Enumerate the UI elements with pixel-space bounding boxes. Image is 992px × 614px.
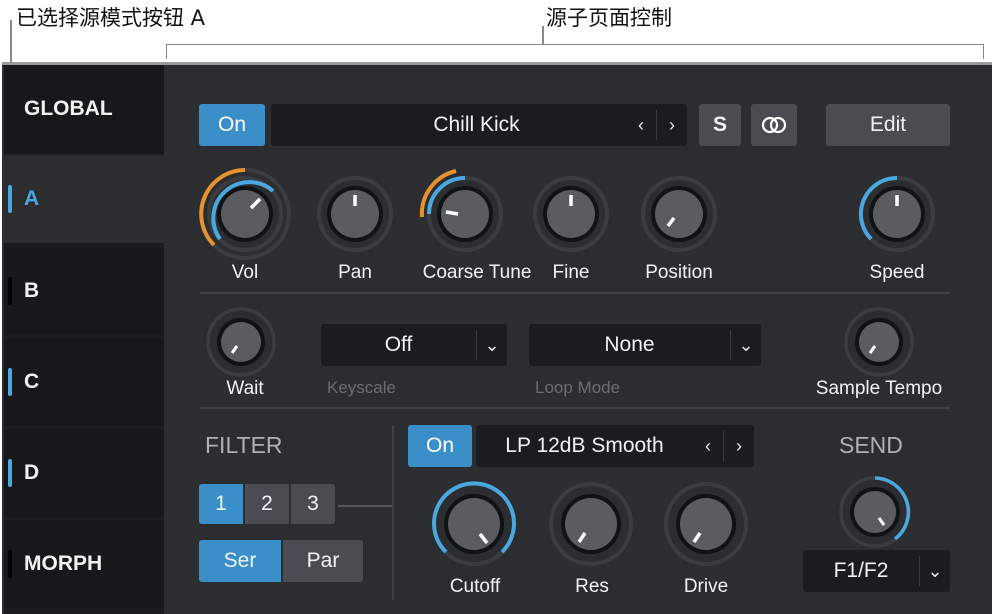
cutoff-label: Cutoff xyxy=(449,576,501,597)
chevron-right-icon[interactable]: › xyxy=(657,115,687,136)
divider xyxy=(200,407,950,409)
keyscale-label: Keyscale xyxy=(327,378,396,397)
chevron-left-icon[interactable]: ‹ xyxy=(693,436,723,457)
callout-bracket xyxy=(166,44,984,59)
connector-line xyxy=(338,505,392,507)
filter-type-value: LP 12dB Smooth xyxy=(505,434,664,457)
cutoff-knob[interactable] xyxy=(428,478,520,570)
sidebar-item-label: B xyxy=(24,279,40,302)
vol-knob[interactable] xyxy=(196,165,294,263)
position-knob[interactable] xyxy=(630,165,728,263)
sidebar-item-c[interactable]: C xyxy=(4,338,164,426)
link-button[interactable] xyxy=(751,104,797,146)
filter-section-label: FILTER xyxy=(205,432,283,458)
source-marker xyxy=(8,185,12,213)
position-label: Position xyxy=(645,262,713,283)
callout-selected-source-mode: 已选择源模式按钮 A xyxy=(16,6,206,30)
send-knob[interactable] xyxy=(837,474,913,550)
send-section-label: SEND xyxy=(839,432,903,458)
parallel-routing-button[interactable]: Par xyxy=(283,540,363,582)
chevron-down-icon: ⌄ xyxy=(484,334,500,355)
fine-label: Fine xyxy=(552,262,590,283)
filter-type-selector[interactable]: LP 12dB Smooth ‹ › xyxy=(476,425,754,467)
speed-label: Speed xyxy=(869,262,925,283)
sidebar-item-a[interactable]: A xyxy=(4,155,164,243)
source-marker xyxy=(8,368,12,396)
sidebar-item-global[interactable]: GLOBAL xyxy=(4,65,164,153)
divider xyxy=(200,292,950,294)
sidebar-item-label: GLOBAL xyxy=(24,97,113,120)
speed-knob[interactable] xyxy=(848,165,946,263)
drive-knob[interactable] xyxy=(660,478,752,570)
chevron-left-icon[interactable]: ‹ xyxy=(626,115,656,136)
source-marker xyxy=(8,550,12,578)
coarse-tune-knob[interactable] xyxy=(416,165,514,263)
sidebar-item-b[interactable]: B xyxy=(4,247,164,335)
sidebar-item-label: C xyxy=(24,370,40,393)
callout-source-subpage-controls: 源子页面控制 xyxy=(546,6,672,30)
loop-mode-dropdown[interactable]: None ⌄ xyxy=(529,324,761,366)
filter-on-button[interactable]: On xyxy=(408,425,472,467)
sidebar-item-label: MORPH xyxy=(24,552,103,575)
solo-button[interactable]: S xyxy=(699,104,741,146)
res-knob[interactable] xyxy=(545,478,637,570)
sample-selector[interactable]: Chill Kick ‹ › xyxy=(271,104,687,146)
keyscale-dropdown[interactable]: Off ⌄ xyxy=(321,324,507,366)
coarse-tune-label: Coarse Tune xyxy=(422,262,532,283)
filter-3-button[interactable]: 3 xyxy=(291,484,335,524)
edit-button[interactable]: Edit xyxy=(826,104,950,146)
send-destination-value: F1/F2 xyxy=(833,559,889,582)
sample-tempo-knob[interactable] xyxy=(843,306,915,378)
vol-label: Vol xyxy=(231,262,259,283)
sidebar-item-d[interactable]: D xyxy=(4,429,164,517)
source-sidebar: GLOBAL A B C D MORPH xyxy=(4,65,164,614)
source-on-button[interactable]: On xyxy=(199,104,265,146)
sidebar-item-morph[interactable]: MORPH xyxy=(4,520,164,608)
divider xyxy=(392,425,394,600)
keyscale-value: Off xyxy=(384,333,413,356)
serial-routing-button[interactable]: Ser xyxy=(199,540,281,582)
sidebar-item-label: A xyxy=(24,187,40,210)
linked-rings-icon xyxy=(761,116,787,134)
sample-tempo-label: Sample Tempo xyxy=(815,378,943,399)
chevron-down-icon: ⌄ xyxy=(738,334,754,355)
filter-2-button[interactable]: 2 xyxy=(245,484,289,524)
res-label: Res xyxy=(575,576,609,597)
callout-bracket-stem xyxy=(542,26,544,44)
sample-name: Chill Kick xyxy=(433,113,520,136)
wait-label: Wait xyxy=(226,378,264,399)
wait-knob[interactable] xyxy=(205,306,277,378)
filter-1-button[interactable]: 1 xyxy=(199,484,243,524)
chevron-right-icon[interactable]: › xyxy=(724,436,754,457)
source-marker xyxy=(8,277,12,305)
loop-mode-label: Loop Mode xyxy=(535,378,621,397)
loop-mode-value: None xyxy=(604,333,655,356)
sidebar-item-label: D xyxy=(24,461,40,484)
pan-label: Pan xyxy=(338,262,372,283)
pan-knob[interactable] xyxy=(306,165,404,263)
drive-label: Drive xyxy=(683,576,729,597)
chevron-down-icon: ⌄ xyxy=(927,560,943,581)
source-marker xyxy=(8,459,12,487)
fine-knob[interactable] xyxy=(522,165,620,263)
send-destination-dropdown[interactable]: F1/F2 ⌄ xyxy=(803,550,950,592)
